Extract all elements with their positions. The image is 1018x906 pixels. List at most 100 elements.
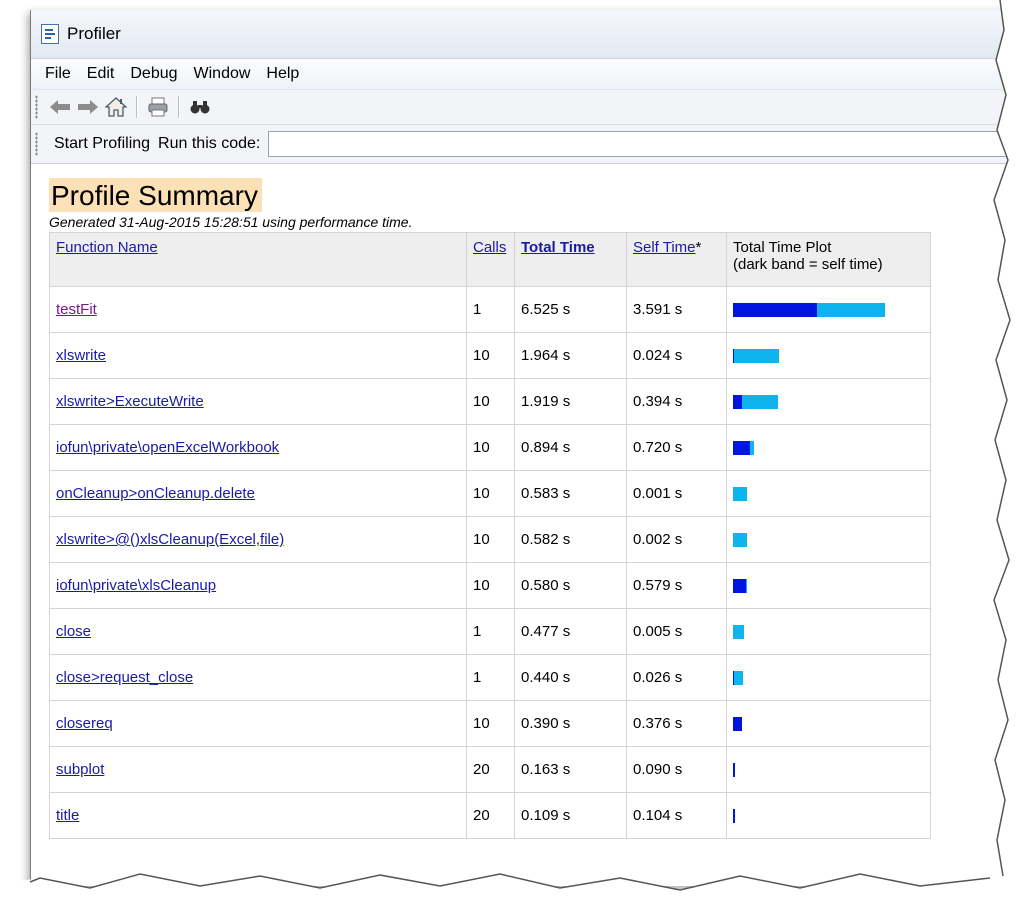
self-time-cell: 0.026 s — [626, 654, 727, 701]
function-link[interactable]: xlswrite>ExecuteWrite — [56, 393, 204, 410]
time-plot — [733, 486, 924, 501]
torn-edge-bottom — [0, 873, 1018, 906]
total-time-cell: 0.580 s — [514, 562, 627, 609]
total-time-cell: 0.477 s — [514, 608, 627, 655]
plot-cell — [726, 608, 931, 655]
run-code-input[interactable] — [268, 131, 1011, 157]
function-link[interactable]: onCleanup>onCleanup.delete — [56, 485, 255, 502]
home-icon[interactable] — [104, 95, 128, 119]
sort-total-time-link[interactable]: Total Time — [521, 239, 595, 256]
sort-calls-link[interactable]: Calls — [473, 239, 506, 256]
header-function-name[interactable]: Function Name — [49, 232, 467, 287]
toolbar — [31, 90, 1011, 125]
back-arrow-icon[interactable] — [48, 95, 72, 119]
function-name-cell: iofun\private\xlsCleanup — [49, 562, 467, 609]
function-link[interactable]: closereq — [56, 715, 113, 732]
header-self-time[interactable]: Self Time* — [626, 232, 727, 287]
torn-edge-right — [993, 0, 1018, 906]
calls-cell: 10 — [466, 424, 515, 471]
function-link[interactable]: title — [56, 807, 79, 824]
time-plot — [733, 762, 924, 777]
function-link[interactable]: testFit — [56, 301, 97, 318]
header-total-time-plot: Total Time Plot (dark band = self time) — [726, 232, 931, 287]
time-plot — [733, 348, 924, 363]
plot-header-line1: Total Time Plot — [733, 239, 832, 256]
function-name-cell: close — [49, 608, 467, 655]
plot-cell — [726, 700, 931, 747]
menu-help[interactable]: Help — [258, 65, 307, 83]
table-row: xlswrite 10 1.964 s 0.024 s — [49, 332, 931, 379]
table-row: closereq 10 0.390 s 0.376 s — [49, 700, 931, 747]
function-name-cell: iofun\private\openExcelWorkbook — [49, 424, 467, 471]
plot-cell — [726, 378, 931, 425]
time-plot — [733, 716, 924, 731]
function-name-cell: subplot — [49, 746, 467, 793]
menu-file[interactable]: File — [37, 65, 79, 83]
run-bar: Start Profiling Run this code: — [31, 125, 1011, 164]
function-link[interactable]: close — [56, 623, 91, 640]
self-time-cell: 0.005 s — [626, 608, 727, 655]
function-name-cell: close>request_close — [49, 654, 467, 701]
table-header-row: Function Name Calls Total Time Self Time… — [49, 232, 931, 287]
sort-self-time-link[interactable]: Self Time — [633, 239, 696, 256]
self-time-bar — [733, 348, 734, 363]
self-time-cell: 0.024 s — [626, 332, 727, 379]
time-plot — [733, 532, 924, 547]
function-name-cell: closereq — [49, 700, 467, 747]
self-time-cell: 0.090 s — [626, 746, 727, 793]
runbar-grip[interactable] — [35, 132, 38, 156]
calls-cell: 10 — [466, 516, 515, 563]
title-bar: Profiler — [31, 10, 1011, 59]
time-plot — [733, 670, 924, 685]
self-time-cell: 0.579 s — [626, 562, 727, 609]
menu-debug[interactable]: Debug — [122, 65, 185, 83]
function-link[interactable]: xlswrite — [56, 347, 106, 364]
self-time-bar — [733, 394, 742, 409]
find-binoculars-icon[interactable] — [188, 95, 212, 119]
plot-cell — [726, 746, 931, 793]
function-link[interactable]: subplot — [56, 761, 104, 778]
total-time-cell: 0.440 s — [514, 654, 627, 701]
function-link[interactable]: iofun\private\openExcelWorkbook — [56, 439, 279, 456]
plot-cell — [726, 424, 931, 471]
time-plot — [733, 624, 924, 639]
menu-edit[interactable]: Edit — [79, 65, 123, 83]
function-link[interactable]: iofun\private\xlsCleanup — [56, 577, 216, 594]
self-time-cell: 0.002 s — [626, 516, 727, 563]
toolbar-separator — [136, 96, 138, 118]
function-link[interactable]: xlswrite>@()xlsCleanup(Excel,file) — [56, 531, 284, 548]
plot-cell — [726, 562, 931, 609]
function-link[interactable]: close>request_close — [56, 669, 193, 686]
table-row: iofun\private\xlsCleanup 10 0.580 s 0.579 s — [49, 562, 931, 609]
self-time-bar — [733, 716, 742, 731]
header-calls[interactable]: Calls — [466, 232, 515, 287]
total-time-cell: 0.109 s — [514, 792, 627, 839]
header-total-time[interactable]: Total Time — [514, 232, 627, 287]
forward-arrow-icon[interactable] — [76, 95, 100, 119]
toolbar-grip[interactable] — [35, 95, 38, 119]
profile-table: Function Name Calls Total Time Self Time… — [49, 232, 931, 839]
print-icon[interactable] — [146, 95, 170, 119]
run-code-label: Run this code: — [158, 135, 261, 152]
total-time-bar — [733, 624, 744, 639]
menu-window[interactable]: Window — [186, 65, 259, 83]
self-time-bar — [733, 302, 817, 317]
total-time-bar — [733, 532, 747, 547]
self-time-asterisk: * — [695, 239, 702, 256]
table-row: subplot 20 0.163 s 0.090 s — [49, 746, 931, 793]
total-time-cell: 1.919 s — [514, 378, 627, 425]
self-time-bar — [733, 670, 734, 685]
function-name-cell: xlswrite>@()xlsCleanup(Excel,file) — [49, 516, 467, 563]
total-time-bar — [733, 348, 779, 363]
table-row: onCleanup>onCleanup.delete 10 0.583 s 0.001… — [49, 470, 931, 517]
report-content: Profile Summary Generated 31-Aug-2015 15… — [31, 164, 1011, 839]
table-row: iofun\private\openExcelWorkbook 10 0.894 s… — [49, 424, 931, 471]
time-plot — [733, 302, 924, 317]
table-row: xlswrite>@()xlsCleanup(Excel,file) 10 0.58… — [49, 516, 931, 563]
self-time-cell: 3.591 s — [626, 286, 727, 333]
sort-function-name-link[interactable]: Function Name — [56, 239, 158, 256]
table-row: close 1 0.477 s 0.005 s — [49, 608, 931, 655]
total-time-cell: 0.163 s — [514, 746, 627, 793]
start-profiling-button[interactable]: Start Profiling — [46, 135, 158, 153]
total-time-cell: 0.582 s — [514, 516, 627, 563]
